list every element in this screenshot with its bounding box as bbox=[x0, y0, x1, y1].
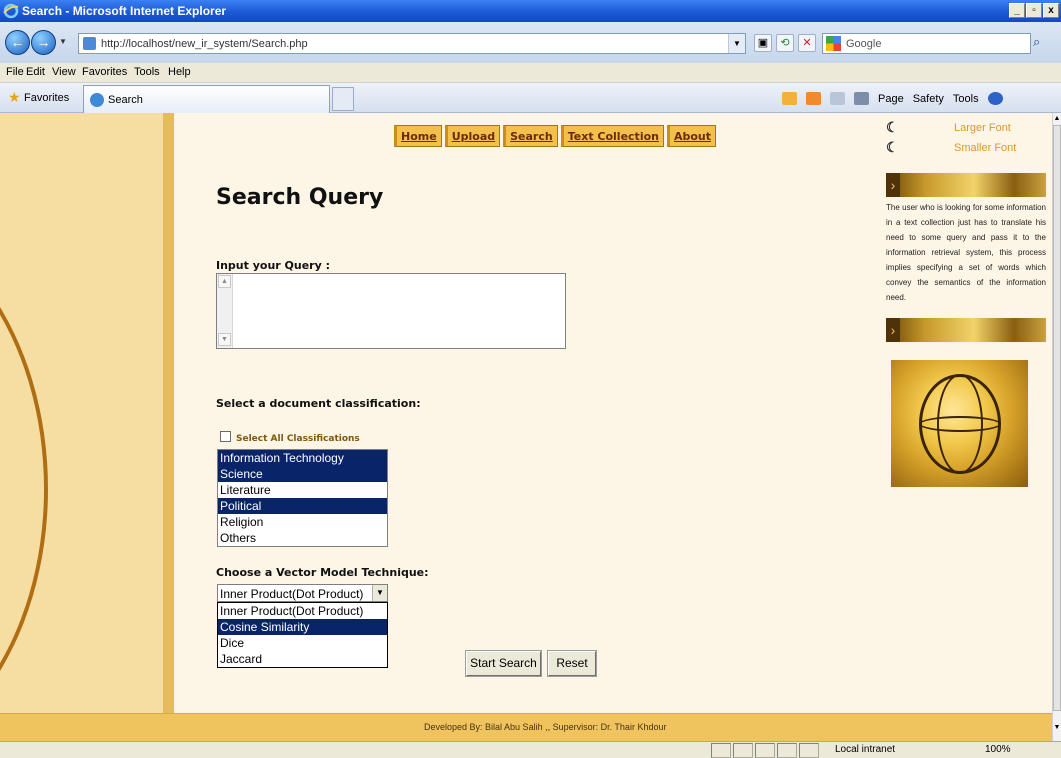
nav-about[interactable]: About bbox=[666, 125, 717, 147]
smaller-font-icon: ☾ bbox=[886, 139, 899, 155]
search-input[interactable]: Google bbox=[822, 33, 1031, 54]
larger-font-icon: ☾ bbox=[886, 119, 899, 135]
vector-select[interactable]: Inner Product(Dot Product) ▼ bbox=[217, 584, 388, 602]
menu-bar: File Edit View Favorites Tools Help bbox=[0, 63, 1061, 83]
page-scroll-thumb[interactable] bbox=[1053, 125, 1061, 711]
page-scroll-up-icon[interactable]: ▲ bbox=[1053, 114, 1061, 123]
decorative-banner-top: › bbox=[886, 173, 1046, 197]
textarea-scrollbar[interactable]: ▲ ▼ bbox=[217, 274, 233, 348]
tab-ie-icon bbox=[90, 93, 104, 107]
smaller-font-link[interactable]: Smaller Font bbox=[954, 142, 1016, 154]
history-dropdown-icon[interactable]: ▼ bbox=[59, 37, 67, 46]
nav-home[interactable]: Home bbox=[394, 125, 442, 147]
tab-title: Search bbox=[108, 94, 143, 106]
menu-edit[interactable]: Edit bbox=[26, 66, 45, 78]
forward-button[interactable]: → bbox=[31, 30, 56, 55]
footer-text: Developed By: Bilal Abu Salih ,, Supervi… bbox=[424, 722, 667, 732]
main-content: Home Upload Search Text Collection About… bbox=[174, 113, 872, 713]
zoom-level[interactable]: 100% bbox=[985, 744, 1011, 755]
ie-logo-icon bbox=[3, 3, 19, 19]
web-page: Home Upload Search Text Collection About… bbox=[0, 113, 1052, 741]
window-title: Search - Microsoft Internet Explorer bbox=[22, 4, 227, 18]
description-text: The user who is looking for some informa… bbox=[886, 203, 1046, 302]
vector-option[interactable]: Dice bbox=[218, 635, 387, 651]
new-tab-button[interactable] bbox=[332, 87, 354, 111]
classification-option[interactable]: Religion bbox=[218, 514, 387, 530]
nav-text-collection[interactable]: Text Collection bbox=[560, 125, 664, 147]
favorites-button[interactable]: Favorites bbox=[24, 92, 69, 104]
classification-option[interactable]: Science bbox=[218, 466, 387, 482]
search-go-icon[interactable]: ⌕ bbox=[1033, 34, 1040, 50]
vector-option[interactable]: Cosine Similarity bbox=[218, 619, 387, 635]
vector-dropdown-list[interactable]: Inner Product(Dot Product) Cosine Similar… bbox=[217, 602, 388, 668]
refresh-icon[interactable]: ⟲ bbox=[776, 34, 794, 52]
safety-menu[interactable]: Safety bbox=[913, 93, 944, 105]
page-favicon-icon bbox=[83, 37, 96, 50]
feeds-icon[interactable] bbox=[806, 92, 821, 105]
back-button[interactable]: ← bbox=[5, 30, 30, 55]
address-dropdown-icon[interactable]: ▼ bbox=[728, 34, 745, 53]
right-sidebar: ☾ Larger Font ☾ Smaller Font › The user … bbox=[872, 113, 1052, 713]
security-zone: Local intranet bbox=[835, 744, 896, 755]
print-icon[interactable] bbox=[854, 92, 869, 105]
page-menu[interactable]: Page bbox=[878, 93, 904, 105]
favorites-star-icon[interactable]: ★ bbox=[8, 89, 21, 106]
classification-option[interactable]: Others bbox=[218, 530, 387, 546]
query-label: Input your Query : bbox=[216, 259, 330, 272]
classification-option[interactable]: Information Technology bbox=[218, 450, 387, 466]
reset-button[interactable]: Reset bbox=[547, 650, 597, 677]
start-search-button[interactable]: Start Search bbox=[465, 650, 542, 677]
stop-icon[interactable]: ✕ bbox=[798, 34, 816, 52]
help-icon[interactable] bbox=[987, 92, 1003, 105]
mail-icon[interactable] bbox=[830, 92, 845, 105]
browser-tab[interactable]: Search bbox=[83, 85, 330, 113]
title-bar: Search - Microsoft Internet Explorer _ ▫… bbox=[0, 0, 1061, 22]
classification-option[interactable]: Literature bbox=[218, 482, 387, 498]
dropdown-arrow-icon[interactable]: ▼ bbox=[372, 585, 387, 601]
left-decoration bbox=[0, 113, 172, 741]
address-bar-row: ← → ▼ http://localhost/new_ir_system/Sea… bbox=[0, 22, 1061, 63]
command-bar: Page Safety Tools bbox=[782, 92, 1003, 105]
larger-font-link[interactable]: Larger Font bbox=[954, 122, 1011, 134]
favorites-bar: ★ Favorites Search Page Safety Tools bbox=[0, 83, 1061, 113]
classification-option[interactable]: Political bbox=[218, 498, 387, 514]
vector-option[interactable]: Inner Product(Dot Product) bbox=[218, 603, 387, 619]
scroll-up-icon[interactable]: ▲ bbox=[218, 275, 231, 288]
classification-label: Select a document classification: bbox=[216, 397, 421, 410]
select-all-label[interactable]: Select All Classifications bbox=[236, 434, 360, 444]
menu-tools[interactable]: Tools bbox=[134, 66, 160, 78]
scroll-down-icon[interactable]: ▼ bbox=[218, 333, 231, 346]
compatibility-view-icon[interactable]: ▣ bbox=[754, 34, 772, 52]
nav-upload[interactable]: Upload bbox=[444, 125, 501, 147]
minimize-button[interactable]: _ bbox=[1009, 3, 1025, 18]
decorative-banner-bottom: › bbox=[886, 318, 1046, 342]
nav-search[interactable]: Search bbox=[503, 125, 558, 147]
select-all-checkbox[interactable] bbox=[220, 431, 231, 442]
close-button[interactable]: x bbox=[1043, 3, 1059, 18]
menu-help[interactable]: Help bbox=[168, 66, 191, 78]
menu-view[interactable]: View bbox=[52, 66, 76, 78]
page-scrollbar[interactable]: ▲ ▼ bbox=[1052, 113, 1061, 741]
home-icon[interactable] bbox=[782, 92, 797, 105]
vector-label: Choose a Vector Model Technique: bbox=[216, 566, 429, 579]
page-title: Search Query bbox=[216, 185, 384, 210]
address-input[interactable]: http://localhost/new_ir_system/Search.ph… bbox=[78, 33, 746, 54]
query-textarea[interactable]: ▲ ▼ bbox=[216, 273, 566, 349]
classification-listbox[interactable]: Information Technology Science Literature P… bbox=[217, 449, 388, 547]
google-icon bbox=[826, 36, 841, 51]
menu-file[interactable]: File bbox=[6, 66, 24, 78]
globe-image bbox=[891, 360, 1028, 487]
page-footer: Developed By: Bilal Abu Salih ,, Supervi… bbox=[0, 713, 1052, 741]
maximize-button[interactable]: ▫ bbox=[1026, 3, 1042, 18]
url-text: http://localhost/new_ir_system/Search.ph… bbox=[101, 38, 308, 50]
vector-selected-value: Inner Product(Dot Product) bbox=[220, 587, 364, 601]
status-bar: Local intranet 100% bbox=[0, 741, 1061, 758]
search-placeholder: Google bbox=[846, 38, 882, 50]
vector-option[interactable]: Jaccard bbox=[218, 651, 387, 667]
page-scroll-down-icon[interactable]: ▼ bbox=[1053, 723, 1061, 732]
menu-favorites[interactable]: Favorites bbox=[82, 66, 127, 78]
site-nav: Home Upload Search Text Collection About bbox=[394, 125, 717, 147]
tools-menu[interactable]: Tools bbox=[953, 93, 979, 105]
